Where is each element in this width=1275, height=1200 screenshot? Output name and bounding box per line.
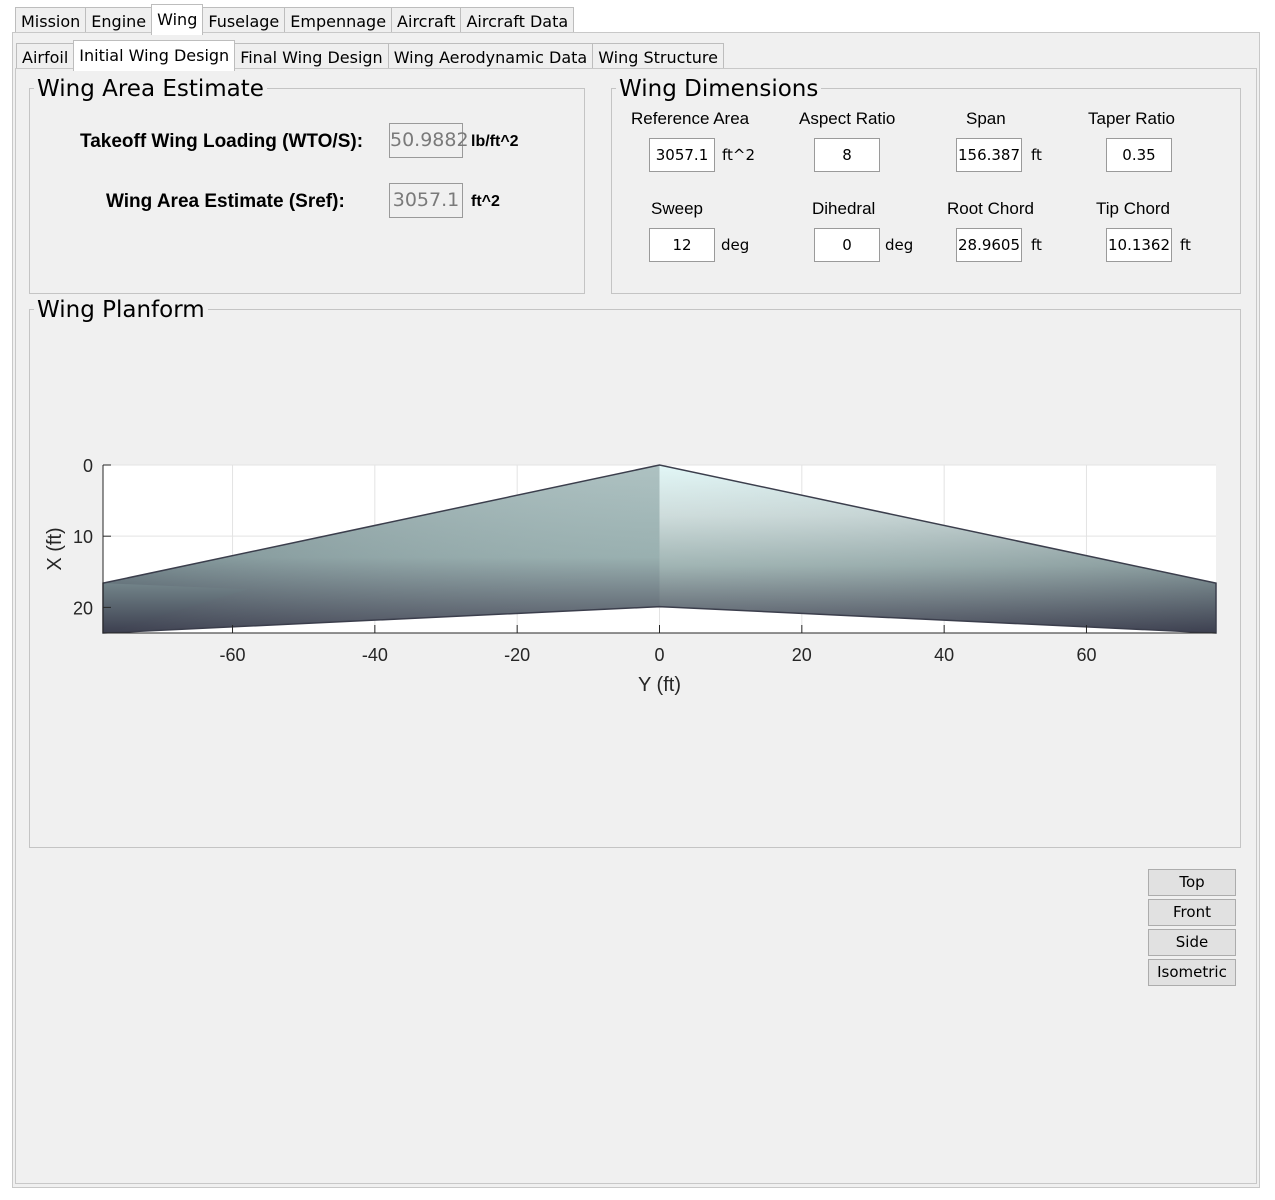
group-title: Wing Area Estimate [34,77,267,101]
tab-engine[interactable]: Engine [85,7,153,35]
wing-loading-unit: lb/ft^2 [471,133,519,150]
tab-fuselage[interactable]: Fuselage [202,7,286,35]
wing-area-estimate-group: Wing Area Estimate Takeoff Wing Loading … [29,77,585,294]
top-view-button[interactable]: Top [1148,869,1236,896]
wing-dimensions-group: Wing Dimensions Reference Area 3057.1 ft… [611,77,1241,294]
tip-chord-field[interactable]: 10.1362 [1106,228,1172,262]
tab-empennage[interactable]: Empennage [284,7,393,35]
sref-unit: ft^2 [471,193,500,210]
front-view-button[interactable]: Front [1148,899,1236,926]
reference-area-unit: ft^2 [722,146,756,164]
taper-ratio-field[interactable]: 0.35 [1106,138,1172,172]
reference-area-label: Reference Area [631,109,750,128]
dihedral-unit: deg [885,236,914,254]
group-title: Wing Planform [34,298,208,322]
isometric-view-button[interactable]: Isometric [1148,959,1236,986]
subtab-airfoil[interactable]: Airfoil [16,43,75,71]
sweep-label: Sweep [651,199,703,218]
group-title: Wing Dimensions [616,77,822,101]
tip-chord-label: Tip Chord [1096,199,1171,218]
dihedral-field[interactable]: 0 [814,228,880,262]
taper-ratio-label: Taper Ratio [1088,109,1175,128]
takeoff-wing-loading-label: Takeoff Wing Loading (WTO/S): [80,131,364,152]
tab-aircraft-data[interactable]: Aircraft Data [460,7,575,35]
tab-mission[interactable]: Mission [15,7,87,35]
root-chord-label: Root Chord [947,199,1034,218]
tab-wing[interactable]: Wing [151,4,204,35]
dihedral-label: Dihedral [812,199,876,218]
subtab-wing-structure[interactable]: Wing Structure [592,43,724,71]
subtab-wing-aerodynamic-data[interactable]: Wing Aerodynamic Data [387,43,594,71]
reference-area-field[interactable]: 3057.1 [649,138,715,172]
main-tab-bar: Mission Engine Wing Fuselage Empennage Aircra… [15,4,575,35]
sref-field[interactable]: 3057.1 [389,183,463,218]
root-chord-field[interactable]: 28.9605 [956,228,1022,262]
sub-tab-panel: Wing Area Estimate Takeoff Wing Loading … [15,68,1257,1184]
takeoff-wing-loading-field[interactable]: 50.9882 [389,123,469,158]
sref-label: Wing Area Estimate (Sref): [106,191,345,212]
sub-tab-bar: Airfoil Initial Wing Design Final Wing Des… [16,40,724,71]
root-chord-unit: ft [1031,236,1042,254]
aspect-ratio-label: Aspect Ratio [799,109,896,128]
span-label: Span [966,109,1006,128]
span-field[interactable]: 156.387 [956,138,1022,172]
span-unit: ft [1031,146,1042,164]
tip-chord-unit: ft [1180,236,1191,254]
subtab-final-wing-design[interactable]: Final Wing Design [234,43,389,71]
side-view-button[interactable]: Side [1148,929,1236,956]
tab-aircraft[interactable]: Aircraft [391,7,462,35]
sweep-unit: deg [721,236,750,254]
subtab-initial-wing-design[interactable]: Initial Wing Design [73,40,236,71]
aspect-ratio-field[interactable]: 8 [814,138,880,172]
wing-planform-group: Wing Planform [29,298,1241,848]
sweep-field[interactable]: 12 [649,228,715,262]
